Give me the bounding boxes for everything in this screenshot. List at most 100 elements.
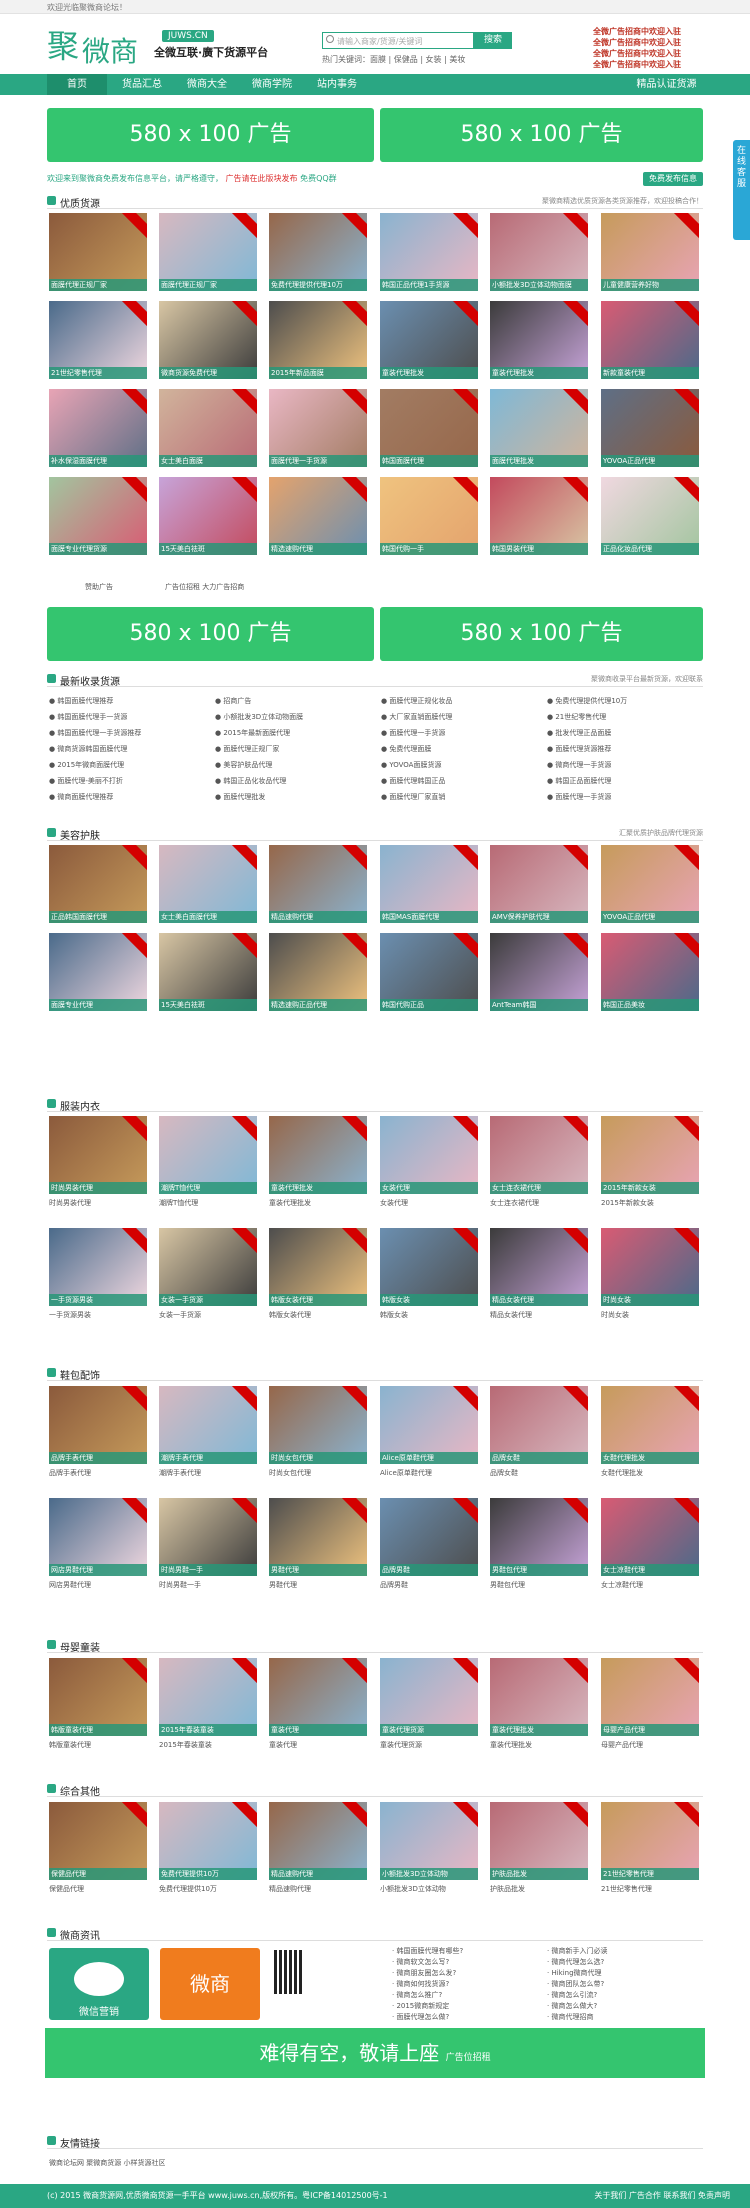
search-input[interactable]: 请输入商家/货源/关键词 — [322, 32, 474, 49]
product-tile[interactable]: 潮牌手表代理 — [159, 1386, 257, 1464]
ad-label[interactable]: 广告位招租 大力广告招商 — [165, 582, 244, 592]
news-item[interactable]: ● 21世纪零售代理 — [547, 710, 707, 725]
product-tile[interactable]: 微商货源免费代理 — [159, 301, 257, 379]
product-tile[interactable]: 一手货源男装 — [49, 1228, 147, 1306]
news-feed-item[interactable]: · 微商朋友圈怎么发? — [392, 1968, 542, 1979]
product-tile[interactable]: 品牌男鞋 — [380, 1498, 478, 1576]
news-feed-item[interactable]: · 韩国面膜代理有哪些? — [392, 1946, 542, 1957]
product-tile[interactable]: 童装代理批发 — [380, 301, 478, 379]
product-tile[interactable]: 护肤品批发 — [490, 1802, 588, 1880]
product-title[interactable]: 精品速购代理 — [269, 1884, 367, 1894]
product-tile[interactable]: 面膜专业代理 — [49, 933, 147, 1011]
news-item[interactable]: ● 韩国面膜代理手一货源 — [49, 710, 209, 725]
product-title[interactable]: 2015年新款女装 — [601, 1198, 699, 1208]
notice-c[interactable]: 免费QQ群 — [300, 174, 337, 183]
product-tile[interactable]: AntTeam韩国 — [490, 933, 588, 1011]
product-title[interactable]: 男鞋包代理 — [490, 1580, 588, 1590]
header-ad[interactable]: 全微广告招商中欢迎入驻 — [593, 59, 703, 70]
product-tile[interactable]: 品牌手表代理 — [49, 1386, 147, 1464]
product-tile[interactable]: 面膜代理正规厂家 — [159, 213, 257, 291]
product-title[interactable]: 女装代理 — [380, 1198, 478, 1208]
product-tile[interactable]: 正品韩国面膜代理 — [49, 845, 147, 923]
product-title[interactable]: 2015年春装童装 — [159, 1740, 257, 1750]
product-tile[interactable]: 时尚女装 — [601, 1228, 699, 1306]
news-item[interactable]: ● 美容护肤品代理 — [215, 758, 375, 773]
product-tile[interactable]: 网店男鞋代理 — [49, 1498, 147, 1576]
news-item[interactable]: ● 小额批发3D立体动物面膜 — [215, 710, 375, 725]
wechat-card[interactable]: 微信营销 — [49, 1948, 149, 2020]
product-tile[interactable]: YOVOA正品代理 — [601, 845, 699, 923]
product-tile[interactable]: YOVOA正品代理 — [601, 389, 699, 467]
section-title[interactable]: 最新收录货源 — [60, 673, 120, 688]
nav-certified[interactable]: 精品认证货源 — [630, 74, 703, 95]
product-tile[interactable]: 男鞋包代理 — [490, 1498, 588, 1576]
product-tile[interactable]: 15天美白祛斑 — [159, 477, 257, 555]
news-item[interactable]: ● 韩国面膜代理推荐 — [49, 694, 209, 709]
product-tile[interactable]: 时尚女包代理 — [269, 1386, 367, 1464]
news-item[interactable]: ● 大厂家直销面膜代理 — [381, 710, 541, 725]
news-feed-item[interactable]: · 微商如何找货源? — [392, 1979, 542, 1990]
news-item[interactable]: ● 韩国正品化妆品代理 — [215, 774, 375, 789]
product-tile[interactable]: 韩版女装代理 — [269, 1228, 367, 1306]
product-title[interactable]: 童装代理 — [269, 1740, 367, 1750]
product-tile[interactable]: 21世纪零售代理 — [49, 301, 147, 379]
product-tile[interactable]: 时尚男鞋一手 — [159, 1498, 257, 1576]
product-tile[interactable]: 面膜代理批发 — [490, 389, 588, 467]
product-title[interactable]: 韩版女装代理 — [269, 1310, 367, 1320]
weishang-card[interactable]: 微商 — [160, 1948, 260, 2020]
news-item[interactable]: ● 面膜代理厂家直销 — [381, 790, 541, 805]
bottom-ad[interactable]: 难得有空，敬请上座 广告位招租 — [45, 2028, 705, 2078]
product-tile[interactable]: 品牌女鞋 — [490, 1386, 588, 1464]
product-title[interactable]: 时尚男装代理 — [49, 1198, 147, 1208]
header-ads[interactable]: 全微广告招商中欢迎入驻 全微广告招商中欢迎入驻 全微广告招商中欢迎入驻 全微广告… — [593, 26, 703, 70]
product-tile[interactable]: 时尚男装代理 — [49, 1116, 147, 1194]
notice-b[interactable]: 广告请在此版块发布 — [226, 174, 298, 183]
ad-label[interactable]: 赞助广告 — [85, 582, 113, 592]
product-tile[interactable]: 精选速购正品代理 — [269, 933, 367, 1011]
news-item[interactable]: ● 免费代理提供代理10万 — [547, 694, 707, 709]
product-title[interactable]: Alice原单鞋代理 — [380, 1468, 478, 1478]
news-feed-item[interactable]: · 微商怎么做大? — [547, 2001, 697, 2012]
product-tile[interactable]: 韩国面膜代理 — [380, 389, 478, 467]
product-tile[interactable]: 小额批发3D立体动物 — [380, 1802, 478, 1880]
news-item[interactable]: ● 招商广告 — [215, 694, 375, 709]
product-tile[interactable]: 2015年春装童装 — [159, 1658, 257, 1736]
product-tile[interactable]: 女士美白面膜代理 — [159, 845, 257, 923]
product-tile[interactable]: 面膜代理正规厂家 — [49, 213, 147, 291]
product-title[interactable]: 护肤品批发 — [490, 1884, 588, 1894]
section-title[interactable]: 微商资讯 — [60, 1927, 100, 1942]
product-tile[interactable]: 精品速购代理 — [269, 845, 367, 923]
product-title[interactable]: 精品女装代理 — [490, 1310, 588, 1320]
news-item[interactable]: ● 面膜代理一手货源 — [381, 726, 541, 741]
product-title[interactable]: 品牌男鞋 — [380, 1580, 478, 1590]
nav-academy[interactable]: 微商学院 — [242, 74, 302, 95]
ad-banner[interactable]: 580 x 100 广告 — [47, 607, 374, 661]
product-tile[interactable]: 韩国男装代理 — [490, 477, 588, 555]
product-tile[interactable]: 童装代理批发 — [269, 1116, 367, 1194]
section-title[interactable]: 鞋包配饰 — [60, 1367, 100, 1382]
news-feed-item[interactable]: · 微商怎么引流? — [547, 1990, 697, 2001]
logo-text[interactable]: 微商 — [82, 30, 138, 70]
friend-links[interactable]: 微商论坛网 聚微商货源 小样货源社区 — [49, 2158, 165, 2168]
product-title[interactable]: 女士连衣裙代理 — [490, 1198, 588, 1208]
product-title[interactable]: 免费代理提供10万 — [159, 1884, 257, 1894]
product-title[interactable]: 女鞋代理批发 — [601, 1468, 699, 1478]
product-tile[interactable]: 女士连衣裙代理 — [490, 1116, 588, 1194]
news-item[interactable]: ● 免费代理面膜 — [381, 742, 541, 757]
ad-banner[interactable]: 580 x 100 广告 — [47, 108, 374, 162]
product-title[interactable]: 品牌手表代理 — [49, 1468, 147, 1478]
logo[interactable]: 聚 — [47, 24, 79, 68]
product-tile[interactable]: 女士凉鞋代理 — [601, 1498, 699, 1576]
ad-banner[interactable]: 580 x 100 广告 — [380, 607, 703, 661]
product-tile[interactable]: 童装代理货源 — [380, 1658, 478, 1736]
news-item[interactable]: ● 2015年最新面膜代理 — [215, 726, 375, 741]
product-tile[interactable]: 女装一手货源 — [159, 1228, 257, 1306]
news-item[interactable]: ● 面膜代理正规厂家 — [215, 742, 375, 757]
news-item[interactable]: ● 面膜代理货源推荐 — [547, 742, 707, 757]
product-tile[interactable]: 面膜专业代理货源 — [49, 477, 147, 555]
nav-affairs[interactable]: 站内事务 — [307, 74, 367, 95]
hot-keywords[interactable]: 热门关键词：面膜 | 保健品 | 女装 | 美妆 — [322, 54, 465, 65]
product-title[interactable]: 童装代理批发 — [269, 1198, 367, 1208]
product-tile[interactable]: 韩版女装 — [380, 1228, 478, 1306]
product-tile[interactable]: 小额批发3D立体动物面膜 — [490, 213, 588, 291]
